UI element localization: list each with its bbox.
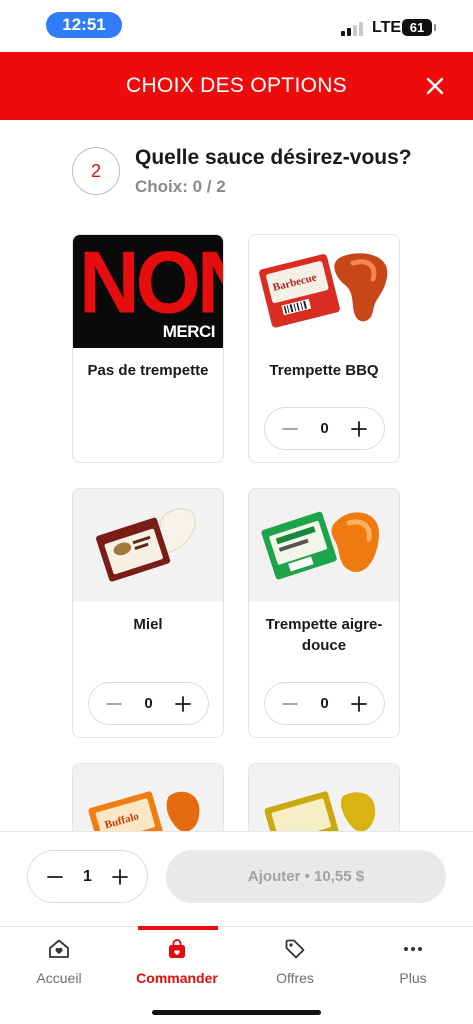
option-label: Trempette aigre-douce — [265, 616, 383, 654]
no-dip-image-subtext: MERCI — [162, 322, 216, 341]
item-quantity-stepper: 1 — [27, 850, 148, 903]
minus-icon[interactable] — [46, 868, 64, 886]
network-label: LTE — [372, 19, 402, 36]
bbq-sauce-illustration: Barbecue — [259, 253, 388, 328]
status-time: 12:51 — [46, 12, 122, 38]
plus-icon[interactable] — [350, 420, 368, 438]
option-label: Pas de trempette — [87, 362, 209, 379]
nav-label: Commander — [136, 970, 218, 986]
honey-image — [73, 489, 223, 602]
option-label: Trempette BBQ — [269, 362, 379, 379]
home-indicator — [152, 1010, 321, 1015]
option-card-sweet-sour[interactable]: Trempette aigre-douce 0 — [248, 488, 400, 738]
signal-icon — [341, 22, 367, 36]
status-bar: 12:51 LTE 61 — [0, 0, 473, 52]
sweet-sour-illustration — [261, 511, 379, 580]
nav-item-plus[interactable]: Plus — [358, 937, 468, 986]
item-quantity-value: 1 — [83, 867, 92, 885]
nav-item-commander[interactable]: Commander — [122, 937, 232, 986]
nav-label: Offres — [276, 970, 314, 986]
plus-icon[interactable] — [111, 868, 129, 886]
minus-icon[interactable] — [281, 420, 299, 438]
nav-label: Accueil — [36, 970, 82, 986]
option-card-honey[interactable]: Miel 0 — [72, 488, 224, 738]
plus-icon[interactable] — [174, 695, 192, 713]
choices-count: Choix: 0 / 2 — [135, 177, 226, 196]
quantity-stepper: 0 — [264, 682, 385, 725]
bbq-sauce-image: Barbecue — [249, 235, 399, 348]
tag-icon — [285, 939, 305, 959]
minus-icon[interactable] — [105, 695, 123, 713]
add-button[interactable]: Ajouter • 10,55 $ — [166, 850, 446, 903]
nav-active-indicator — [138, 926, 218, 930]
nav-item-accueil[interactable]: Accueil — [4, 937, 114, 986]
plus-icon[interactable] — [350, 695, 368, 713]
minus-icon[interactable] — [281, 695, 299, 713]
home-heart-icon — [49, 939, 69, 958]
close-icon[interactable] — [425, 76, 445, 96]
battery-icon: 61 — [402, 19, 436, 36]
add-to-order-bar: 1 Ajouter • 10,55 $ — [0, 831, 473, 926]
nav-item-offres[interactable]: Offres — [240, 937, 350, 986]
nav-label: Plus — [399, 970, 427, 986]
option-card-no-dip[interactable]: NON MERCI Pas de trempette — [72, 234, 224, 463]
step-number: 2 — [72, 147, 120, 195]
quantity-value: 0 — [320, 695, 329, 712]
option-card-bbq[interactable]: Barbecue Trempette BBQ 0 — [248, 234, 400, 463]
page-title: CHOIX DES OPTIONS — [126, 74, 347, 97]
options-header: CHOIX DES OPTIONS — [0, 52, 473, 120]
quantity-stepper: 0 — [88, 682, 209, 725]
quantity-value: 0 — [320, 420, 329, 437]
quantity-value: 0 — [144, 695, 153, 712]
option-label: Miel — [133, 616, 163, 633]
shopping-bag-icon — [169, 939, 185, 958]
honey-illustration — [96, 508, 196, 582]
question-title: Quelle sauce désirez-vous? — [135, 146, 412, 169]
quantity-stepper: 0 — [264, 407, 385, 450]
sweet-sour-image — [249, 489, 399, 602]
more-dots-icon — [404, 947, 422, 951]
no-dip-image: NON MERCI — [73, 235, 223, 348]
no-dip-image-text: NON — [79, 235, 223, 332]
